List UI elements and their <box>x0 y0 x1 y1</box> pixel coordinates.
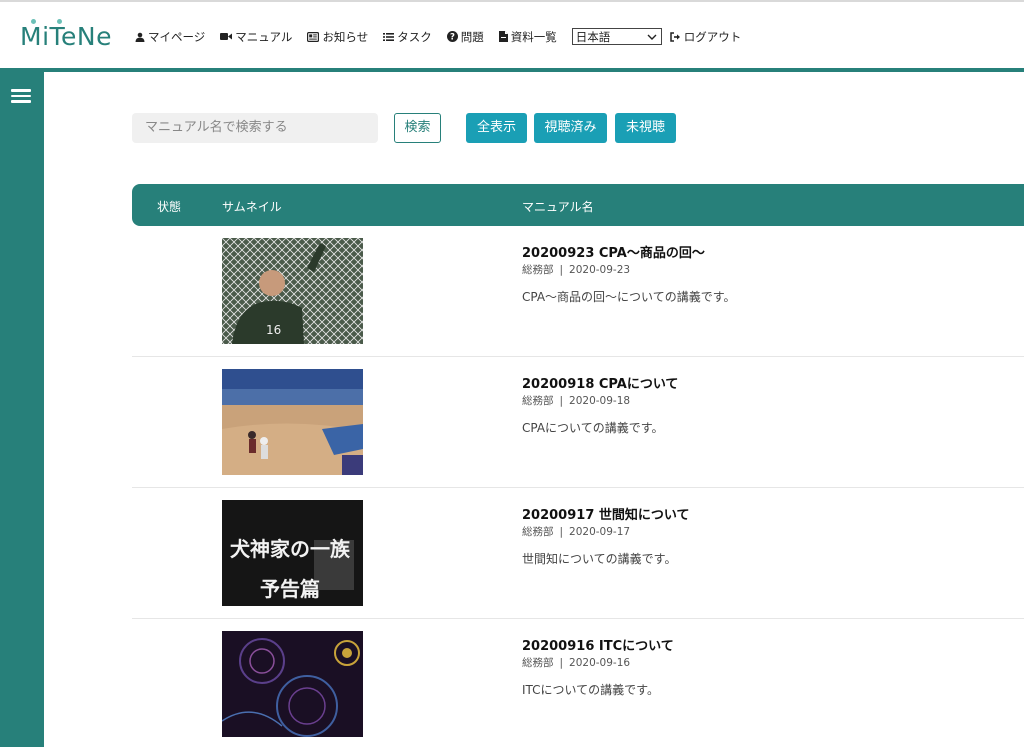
nav-question[interactable]: ? 問題 <box>446 29 484 45</box>
video-thumbnail[interactable]: 犬神家の一族 予告篇 <box>222 500 363 606</box>
question-circle-icon: ? <box>446 31 458 42</box>
table-row[interactable]: 20200916 ITCについて 総務部 | 2020-09-16 ITCについての… <box>132 619 1024 747</box>
sidebar <box>0 72 44 747</box>
manual-date: 2020-09-17 <box>569 526 631 538</box>
manual-date: 2020-09-23 <box>569 264 631 276</box>
thumbnail-caption-1: 犬神家の一族 <box>230 537 351 561</box>
svg-text:16: 16 <box>266 323 281 337</box>
language-select[interactable]: 日本語 <box>571 28 662 45</box>
nav-manual[interactable]: マニュアル <box>220 29 292 45</box>
language-select-value: 日本語 <box>575 29 611 44</box>
manual-meta: 総務部 | 2020-09-18 <box>522 395 631 407</box>
manual-department: 総務部 <box>522 264 554 276</box>
table-row[interactable]: 16 20200923 CPA〜商品の回〜 総務部 | 2020-09-23 CPA… <box>132 226 1024 357</box>
filter-unwatched-button[interactable]: 未視聴 <box>615 113 676 143</box>
nav-manual-label: マニュアル <box>235 29 293 44</box>
filter-watched-button[interactable]: 視聴済み <box>534 113 607 143</box>
logo-text: MiTeNe <box>20 22 113 51</box>
manual-title[interactable]: 20200923 CPA〜商品の回〜 <box>522 242 705 261</box>
svg-text:?: ? <box>450 33 455 42</box>
table-row[interactable]: 犬神家の一族 予告篇 20200917 世間知について 総務部 | 2020-09-… <box>132 488 1024 619</box>
column-header-thumbnail: サムネイル <box>222 200 282 214</box>
manual-table-header: 状態 サムネイル マニュアル名 <box>132 184 1024 226</box>
logo[interactable]: MiTeNe <box>20 19 113 51</box>
search-button[interactable]: 検索 <box>394 113 441 143</box>
search-placeholder: マニュアル名で検索する <box>145 120 288 135</box>
nav-news[interactable]: お知らせ <box>307 29 368 45</box>
manual-description: CPA〜商品の回〜についての講義です。 <box>522 290 736 304</box>
nav-question-label: 問題 <box>460 29 484 44</box>
manual-title[interactable]: 20200917 世間知について <box>522 504 690 523</box>
video-thumbnail[interactable]: 16 <box>222 238 363 344</box>
nav-logout[interactable]: ログアウト <box>669 29 742 45</box>
user-icon <box>135 32 145 42</box>
manual-description: ITCについての講義です。 <box>522 683 659 697</box>
manual-description: CPAについての講義です。 <box>522 421 664 435</box>
list-icon <box>383 32 395 41</box>
manual-department: 総務部 <box>522 395 554 407</box>
header-divider <box>0 68 1024 72</box>
newspaper-icon <box>307 31 320 42</box>
sign-out-icon <box>669 31 680 42</box>
filter-all-button[interactable]: 全表示 <box>466 113 527 143</box>
manual-meta: 総務部 | 2020-09-23 <box>522 264 631 276</box>
nav-logout-label: ログアウト <box>683 29 742 44</box>
nav-task[interactable]: タスク <box>383 29 432 45</box>
video-thumbnail[interactable] <box>222 369 363 475</box>
table-row[interactable]: 20200918 CPAについて 総務部 | 2020-09-18 CPAについての… <box>132 357 1024 488</box>
nav-news-label: お知らせ <box>322 29 369 44</box>
column-header-status: 状態 <box>157 200 182 214</box>
file-icon <box>498 31 508 42</box>
nav-documents[interactable]: 資料一覧 <box>498 29 557 45</box>
video-thumbnail[interactable] <box>222 631 363 737</box>
manual-meta: 総務部 | 2020-09-17 <box>522 526 631 538</box>
chevron-down-icon <box>647 34 657 40</box>
main-nav: マイページ マニュアル お知らせ タスク ? 問題 資料一覧 日本語 ログアウト <box>135 28 741 45</box>
manual-date: 2020-09-18 <box>569 395 631 407</box>
logo-dot-1 <box>31 19 36 24</box>
hamburger-icon[interactable] <box>11 89 31 103</box>
manual-description: 世間知についての講義です。 <box>522 552 677 566</box>
manual-department: 総務部 <box>522 657 554 669</box>
header: MiTeNe マイページ マニュアル お知らせ タスク ? 問題 資料一覧 日本… <box>0 2 1024 68</box>
manual-title[interactable]: 20200918 CPAについて <box>522 373 678 392</box>
nav-mypage-label: マイページ <box>148 29 206 44</box>
manual-date: 2020-09-16 <box>569 657 631 669</box>
thumbnail-caption-2: 予告篇 <box>260 577 320 601</box>
logo-dot-2 <box>57 19 62 24</box>
nav-mypage[interactable]: マイページ <box>135 29 205 45</box>
nav-task-label: タスク <box>397 29 432 44</box>
manual-meta: 総務部 | 2020-09-16 <box>522 657 631 669</box>
column-header-name: マニュアル名 <box>522 200 594 214</box>
manual-title[interactable]: 20200916 ITCについて <box>522 635 674 654</box>
video-camera-icon <box>220 33 233 40</box>
manual-department: 総務部 <box>522 526 554 538</box>
search-input[interactable]: マニュアル名で検索する <box>132 113 378 143</box>
nav-documents-label: 資料一覧 <box>510 29 557 44</box>
